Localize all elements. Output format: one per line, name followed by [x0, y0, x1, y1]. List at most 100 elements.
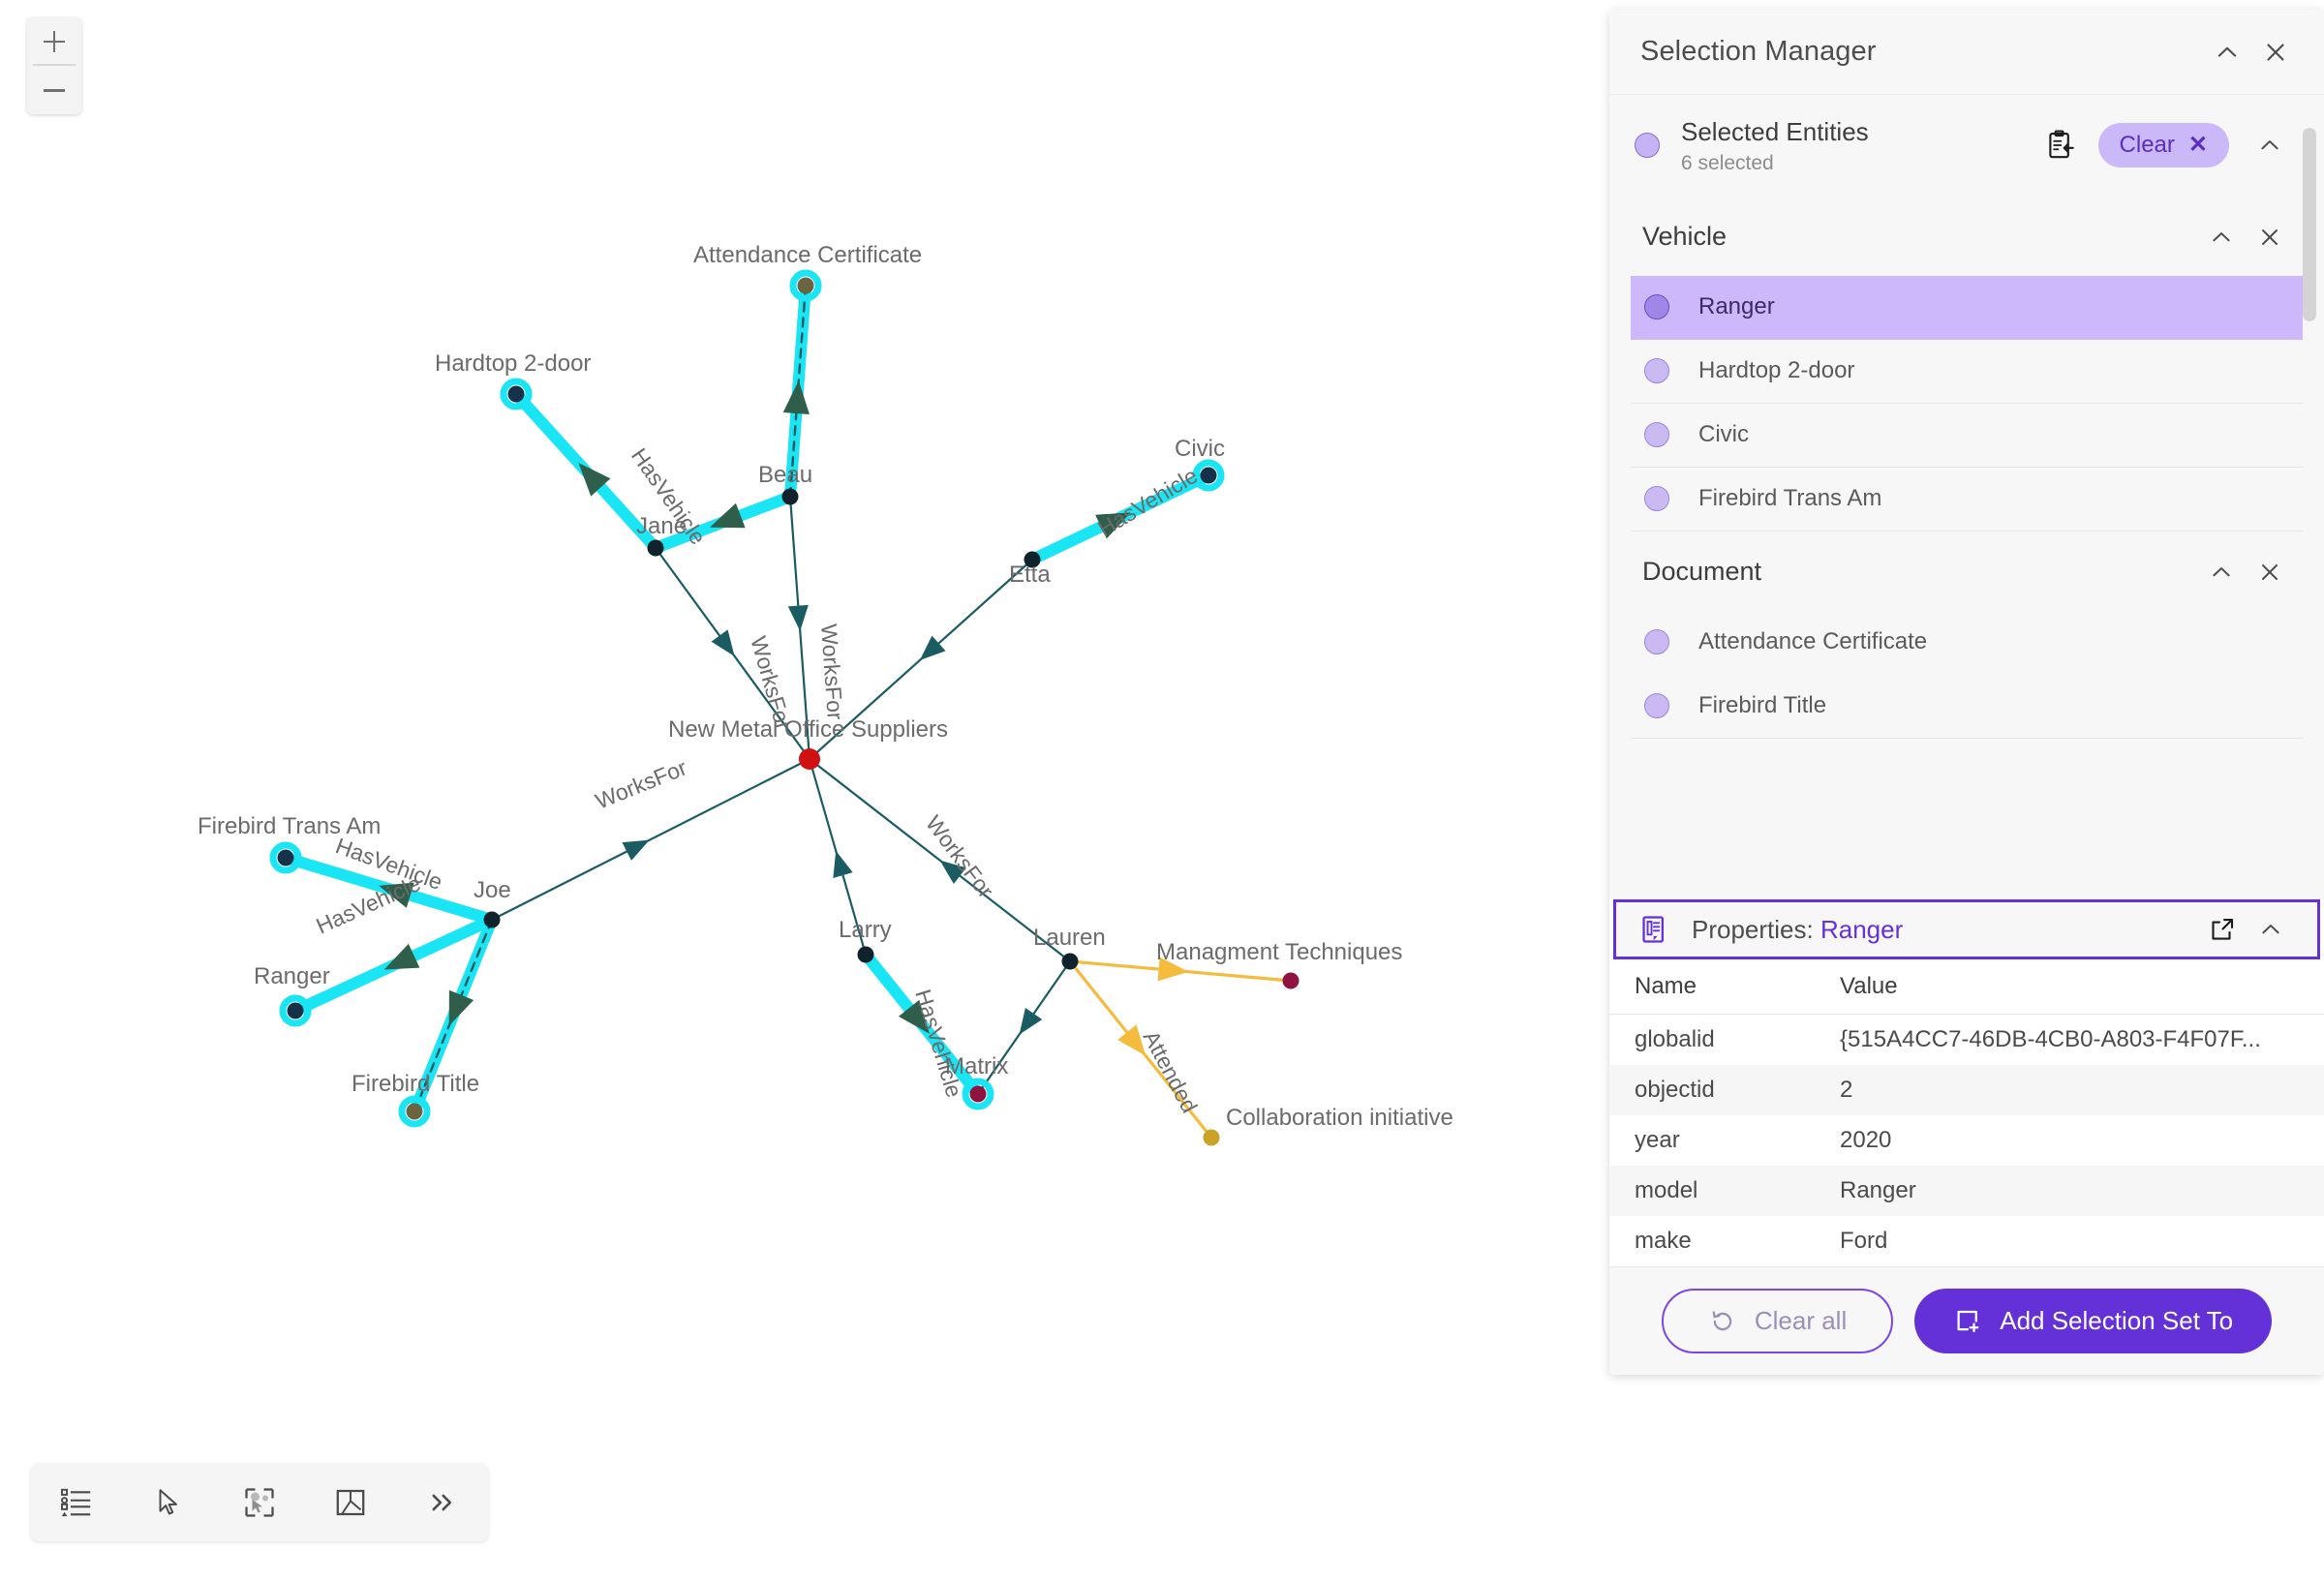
graph-node[interactable] [797, 277, 814, 294]
property-value: 2020 [1840, 1127, 1892, 1153]
column-header-name: Name [1609, 959, 1840, 1015]
minus-icon [44, 79, 65, 101]
graph-node[interactable] [969, 1085, 987, 1103]
group-collapse-button[interactable] [2200, 216, 2243, 258]
selected-entities-row: Selected Entities 6 selected Clear ✕ [1609, 95, 2324, 197]
add-selection-set-label: Add Selection Set To [2000, 1306, 2234, 1335]
close-icon [2267, 43, 2284, 61]
properties-table-body: globalid {515A4CC7-46DB-4CB0-A803-F4F07F.… [1609, 1015, 2324, 1267]
graph-node[interactable] [1061, 953, 1079, 970]
graph-node[interactable] [857, 946, 874, 963]
toolbar-item-marquee-select[interactable] [214, 1464, 305, 1541]
list-item[interactable]: Firebird Trans Am [1631, 468, 2303, 532]
graph-node[interactable] [277, 849, 294, 866]
edge-label: HasVehicle [910, 987, 967, 1101]
entity-groups: Vehicle Ranger Hardtop 2-door Civic Firebird… [1609, 197, 2324, 739]
list-item[interactable]: Firebird Title [1631, 675, 2303, 739]
table-row[interactable]: year 2020 [1609, 1115, 2324, 1166]
properties-header[interactable]: Properties: Ranger [1613, 899, 2320, 959]
panel-scrollbar-thumb[interactable] [2303, 128, 2316, 321]
entity-label: Attendance Certificate [1698, 628, 1928, 654]
list-item[interactable]: Hardtop 2-door [1631, 340, 2303, 404]
panel-header: Selection Manager [1609, 10, 2324, 95]
properties-label: Properties: [1692, 914, 1814, 944]
graph-svg: HasVehicle HasVehicle WorksFor WorksFor Work… [269, 269, 1300, 1146]
list-item[interactable]: Civic [1631, 404, 2303, 468]
add-box-icon [1953, 1307, 1982, 1336]
graph-canvas[interactable]: HasVehicle HasVehicle WorksFor WorksFor Work… [0, 0, 1607, 1580]
list-item[interactable]: Ranger [1631, 275, 2303, 340]
zoom-out-button[interactable] [27, 66, 81, 114]
graph-node[interactable] [1200, 467, 1217, 484]
chevron-up-icon [2213, 231, 2230, 241]
entity-dot-icon [1644, 629, 1669, 654]
toolbar-item-layout-graph[interactable] [305, 1464, 396, 1541]
edge-label: WorksFor [921, 810, 999, 902]
property-value: {515A4CC7-46DB-4CB0-A803-F4F07F... [1840, 1026, 2261, 1052]
property-name: make [1635, 1228, 1692, 1254]
table-row[interactable]: model Ranger [1609, 1166, 2324, 1216]
properties-collapse-button[interactable] [2249, 908, 2292, 951]
entity-dot-icon [1644, 422, 1669, 447]
table-row[interactable]: globalid {515A4CC7-46DB-4CB0-A803-F4F07F.… [1609, 1015, 2324, 1066]
edge-label: WorksFor [816, 623, 848, 721]
group-title: Vehicle [1642, 222, 1728, 251]
graph-node[interactable] [483, 911, 501, 928]
graph-node[interactable] [1203, 1129, 1220, 1146]
clear-chip-close-icon[interactable]: ✕ [2188, 134, 2208, 157]
clipboard-export-icon [2048, 130, 2074, 159]
selected-entities-collapse-button[interactable] [2248, 124, 2291, 167]
toolbar-item-more[interactable] [397, 1464, 488, 1541]
clear-all-button[interactable]: Clear all [1661, 1289, 1894, 1353]
group-collapse-button[interactable] [2200, 551, 2243, 593]
properties-section: Properties: Ranger Name Value globalid {… [1609, 899, 2324, 1266]
property-value: Ford [1840, 1228, 1888, 1254]
property-name: objectid [1635, 1077, 1715, 1103]
property-name: globalid [1635, 1026, 1715, 1052]
group-title: Document [1642, 557, 1762, 586]
group-header-vehicle: Vehicle [1609, 197, 2324, 276]
chevron-up-icon [2213, 566, 2230, 576]
group-close-button[interactable] [2248, 216, 2291, 258]
group-close-button[interactable] [2248, 551, 2291, 593]
properties-popout-button[interactable] [2201, 908, 2244, 951]
entity-dot-icon [1644, 358, 1669, 383]
table-row[interactable]: make Ford [1609, 1216, 2324, 1266]
graph-node[interactable] [507, 385, 525, 403]
zoom-in-button[interactable] [27, 17, 81, 66]
toolbar-item-list[interactable] [31, 1464, 122, 1541]
entity-list-vehicle: Ranger Hardtop 2-door Civic Firebird Trans … [1609, 275, 2324, 532]
close-icon [2262, 563, 2278, 580]
list-item[interactable]: Attendance Certificate [1631, 611, 2303, 675]
properties-document-icon [1639, 914, 1678, 945]
table-row[interactable]: objectid 2 [1609, 1065, 2324, 1115]
graph-node[interactable] [287, 1002, 304, 1019]
graph-node[interactable] [406, 1103, 423, 1120]
panel-scroll-area[interactable]: Selected Entities 6 selected Clear ✕ Veh… [1609, 95, 2324, 899]
graph-node[interactable] [1282, 972, 1300, 989]
entity-dot-icon [1644, 693, 1669, 718]
copy-to-clipboard-button[interactable] [2038, 123, 2083, 167]
properties-table-head-row: Name Value [1609, 959, 2324, 1015]
graph-node[interactable] [799, 748, 820, 770]
panel-collapse-button[interactable] [2206, 31, 2248, 74]
graph-node[interactable] [647, 539, 664, 557]
edge-label: Attended [1139, 1026, 1203, 1117]
edge-label: WorksFor [592, 754, 690, 813]
entity-label: Civic [1698, 421, 1749, 447]
selected-entities-count: 6 selected [1681, 151, 1774, 174]
graph-node[interactable] [1024, 551, 1041, 568]
chevron-up-icon [2261, 140, 2278, 150]
toolbar-item-pointer-select[interactable] [122, 1464, 213, 1541]
chevron-up-icon [2262, 925, 2279, 934]
add-selection-set-to-button[interactable]: Add Selection Set To [1914, 1289, 2273, 1353]
graph-node[interactable] [781, 488, 799, 505]
column-header-value: Value [1840, 959, 2324, 1015]
app-root: HasVehicle HasVehicle WorksFor WorksFor Work… [0, 0, 2324, 1580]
entity-label: Firebird Title [1698, 692, 1827, 718]
entity-dot-icon [1644, 486, 1669, 511]
selection-dot-icon [1635, 133, 1660, 159]
panel-close-button[interactable] [2254, 31, 2297, 74]
clear-selection-chip[interactable]: Clear ✕ [2097, 123, 2229, 168]
property-value: 2 [1840, 1077, 1853, 1103]
